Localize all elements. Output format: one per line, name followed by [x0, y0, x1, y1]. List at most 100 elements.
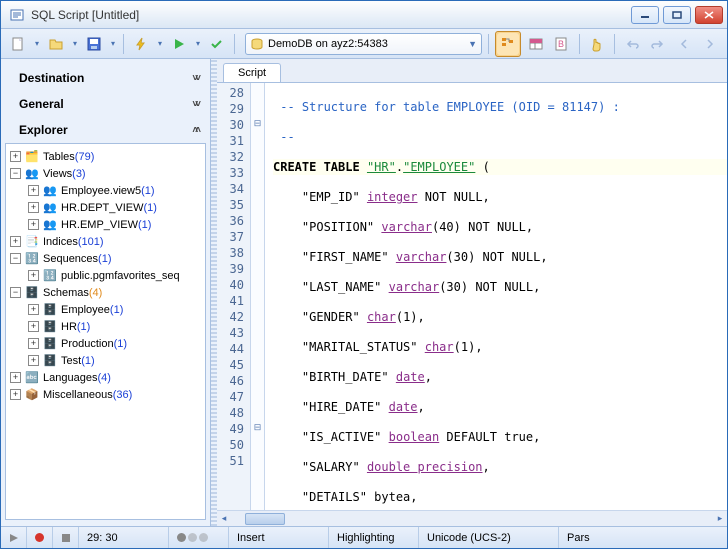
editor-panel: Script 282930313233343536373839404142434… [217, 59, 727, 526]
run-dropdown[interactable]: ▾ [194, 39, 202, 48]
expand-icon[interactable]: + [28, 202, 39, 213]
expand-icon[interactable]: + [28, 304, 39, 315]
tree-item[interactable]: +🗄️Employee (1) [8, 301, 203, 318]
scroll-right-icon[interactable]: ▸ [713, 512, 727, 526]
new-file-dropdown[interactable]: ▾ [33, 39, 41, 48]
run-icon[interactable] [168, 33, 190, 55]
status-cursor: 29: 30 [79, 527, 169, 548]
views-icon: 👥 [24, 167, 40, 181]
database-icon [250, 37, 264, 51]
tree-item[interactable]: +👥HR.DEPT_VIEW (1) [8, 199, 203, 216]
titlebar: SQL Script [Untitled] [1, 1, 727, 29]
close-button[interactable] [695, 6, 723, 24]
left-panel: Destination˅˅ General˅˅ Explorer˄˄ +🗂️Ta… [1, 59, 211, 526]
status-mode[interactable]: Insert [229, 527, 329, 548]
nav-back-icon[interactable] [673, 33, 695, 55]
tree-node-languages[interactable]: +🔤Languages (4) [8, 369, 203, 386]
tree-item[interactable]: +👥Employee.view5 (1) [8, 182, 203, 199]
open-file-icon[interactable] [45, 33, 67, 55]
hand-icon[interactable] [586, 33, 608, 55]
open-file-dropdown[interactable]: ▾ [71, 39, 79, 48]
expand-icon[interactable]: + [10, 236, 21, 247]
explorer-tree: +🗂️Tables (79) −👥Views (3) +👥Employee.vi… [5, 143, 206, 520]
app-window: SQL Script [Untitled] ▾ ▾ ▾ ▾ ▾ DemoDB o… [0, 0, 728, 549]
status-highlight[interactable]: Highlighting [329, 527, 419, 548]
tree-item[interactable]: +🗄️Test (1) [8, 352, 203, 369]
status-stop-icon[interactable] [53, 527, 79, 548]
expand-icon[interactable]: + [28, 270, 39, 281]
expand-icon[interactable]: + [28, 321, 39, 332]
expand-icon[interactable]: + [28, 185, 39, 196]
save-icon[interactable] [83, 33, 105, 55]
tree-node-indices[interactable]: +📑Indices (101) [8, 233, 203, 250]
database-combo-text: DemoDB on ayz2:54383 [268, 38, 388, 50]
expand-icon[interactable]: + [10, 372, 21, 383]
app-icon [9, 7, 25, 23]
tree-node-views[interactable]: −👥Views (3) [8, 165, 203, 182]
section-explorer[interactable]: Explorer˄˄ [5, 117, 206, 143]
results-icon[interactable] [525, 33, 547, 55]
commit-icon[interactable] [206, 33, 228, 55]
lightning-dropdown[interactable]: ▾ [156, 39, 164, 48]
fold-gutter: ⊟⊟ [251, 83, 265, 510]
sequence-icon: 🔢 [24, 252, 40, 266]
editor-tabs: Script [217, 59, 727, 83]
maximize-button[interactable] [663, 6, 691, 24]
new-file-icon[interactable] [7, 33, 29, 55]
collapse-icon[interactable]: − [10, 168, 21, 179]
sequence-icon: 🔢 [42, 269, 58, 283]
svg-text:B: B [558, 39, 564, 49]
tree-item[interactable]: +🗄️HR (1) [8, 318, 203, 335]
expand-icon[interactable]: + [28, 338, 39, 349]
chevron-down-icon: ˅˅ [192, 73, 198, 84]
tree-node-sequences[interactable]: −🔢Sequences (1) [8, 250, 203, 267]
status-dots [169, 527, 229, 548]
view-icon: 👥 [42, 201, 58, 215]
expand-icon[interactable]: + [10, 151, 21, 162]
toolbar: ▾ ▾ ▾ ▾ ▾ DemoDB on ayz2:54383 ▼ B [1, 29, 727, 59]
collapse-icon[interactable]: − [10, 287, 21, 298]
status-pars: Pars [559, 527, 727, 548]
tree-node-misc[interactable]: +📦Miscellaneous (36) [8, 386, 203, 403]
view-icon: 👥 [42, 218, 58, 232]
section-destination[interactable]: Destination˅˅ [5, 65, 206, 91]
status-record-icon[interactable] [27, 527, 53, 548]
tree-item[interactable]: +🗄️Production (1) [8, 335, 203, 352]
schema-icon: 🗄️ [42, 320, 58, 334]
section-general[interactable]: General˅˅ [5, 91, 206, 117]
tree-item[interactable]: +👥HR.EMP_VIEW (1) [8, 216, 203, 233]
schema-icon: 🗄️ [42, 303, 58, 317]
minimize-button[interactable] [631, 6, 659, 24]
scrollbar-thumb[interactable] [245, 513, 285, 525]
status-encoding[interactable]: Unicode (UCS-2) [419, 527, 559, 548]
tree-node-tables[interactable]: +🗂️Tables (79) [8, 148, 203, 165]
undo-icon[interactable] [621, 33, 643, 55]
folder-icon: 🗂️ [24, 150, 40, 164]
redo-icon[interactable] [647, 33, 669, 55]
statusbar: 29: 30 Insert Highlighting Unicode (UCS-… [1, 526, 727, 548]
expand-icon[interactable]: + [28, 355, 39, 366]
chevron-up-icon: ˄˄ [192, 125, 198, 136]
explain-icon[interactable]: B [551, 33, 573, 55]
status-play-icon[interactable] [1, 527, 27, 548]
schema-icon: 🗄️ [24, 286, 40, 300]
horizontal-scrollbar[interactable]: ◂ ▸ [217, 510, 727, 526]
save-dropdown[interactable]: ▾ [109, 39, 117, 48]
lightning-icon[interactable] [130, 33, 152, 55]
tree-item[interactable]: +🔢public.pgmfavorites_seq [8, 267, 203, 284]
language-icon: 🔤 [24, 371, 40, 385]
code-editor[interactable]: -- Structure for table EMPLOYEE (OID = 8… [265, 83, 727, 510]
line-gutter: 2829303132333435363738394041424344454647… [217, 83, 251, 510]
scroll-left-icon[interactable]: ◂ [217, 512, 231, 526]
expand-icon[interactable]: + [10, 389, 21, 400]
nav-fwd-icon[interactable] [699, 33, 721, 55]
view-icon: 👥 [42, 184, 58, 198]
expand-icon[interactable]: + [28, 219, 39, 230]
collapse-icon[interactable]: − [10, 253, 21, 264]
tree-view-icon[interactable] [497, 33, 519, 55]
database-combo[interactable]: DemoDB on ayz2:54383 ▼ [245, 33, 482, 55]
schema-icon: 🗄️ [42, 354, 58, 368]
tree-node-schemas[interactable]: −🗄️Schemas (4) [8, 284, 203, 301]
tab-script[interactable]: Script [223, 63, 281, 82]
chevron-down-icon: ▼ [468, 39, 477, 49]
